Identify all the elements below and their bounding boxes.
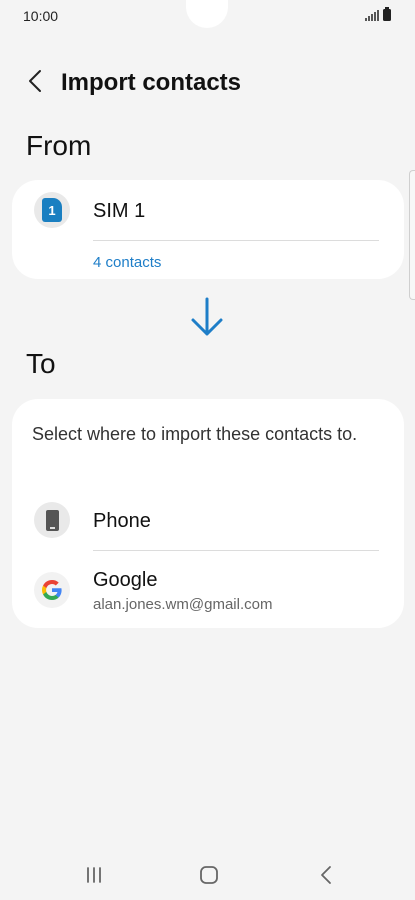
phone-icon-circle — [34, 502, 70, 538]
app-header: Import contacts — [0, 60, 415, 104]
sim-card-icon: 1 — [42, 198, 62, 222]
divider — [93, 550, 379, 551]
battery-icon — [383, 7, 391, 21]
divider — [93, 240, 379, 241]
status-icons — [365, 7, 391, 21]
home-icon — [200, 866, 218, 884]
to-description: Select where to import these contacts to… — [32, 424, 358, 444]
sim-icon-circle: 1 — [34, 192, 70, 228]
status-time: 10:00 — [23, 8, 59, 24]
to-section-title: To — [26, 348, 56, 379]
camera-notch — [186, 0, 228, 28]
arrow-down-icon — [191, 297, 223, 336]
from-card: 1 SIM 1 4 contacts — [12, 180, 404, 279]
source-name: SIM 1 — [93, 200, 146, 222]
navigation-bar — [0, 850, 415, 900]
back-button[interactable] — [18, 64, 52, 98]
contacts-count-link[interactable]: 4 contacts — [93, 254, 161, 271]
page-title: Import contacts — [61, 69, 242, 96]
status-bar: 10:00 — [0, 0, 415, 34]
edge-panel-handle[interactable] — [409, 170, 415, 300]
home-button[interactable] — [196, 864, 222, 886]
recents-button[interactable] — [82, 864, 106, 886]
back-icon — [321, 866, 331, 884]
option-name: Phone — [93, 510, 151, 532]
phone-icon — [45, 509, 59, 531]
google-account-email: alan.jones.wm@gmail.com — [93, 596, 273, 613]
system-back-button[interactable] — [315, 864, 337, 886]
chevron-left-icon — [29, 70, 41, 92]
google-icon — [42, 580, 62, 600]
from-section-title: From — [26, 130, 92, 161]
to-card: Select where to import these contacts to… — [12, 399, 404, 628]
signal-icon — [365, 9, 379, 21]
option-name: Google — [93, 569, 158, 591]
recents-icon — [87, 867, 101, 883]
google-icon-circle — [34, 572, 70, 608]
